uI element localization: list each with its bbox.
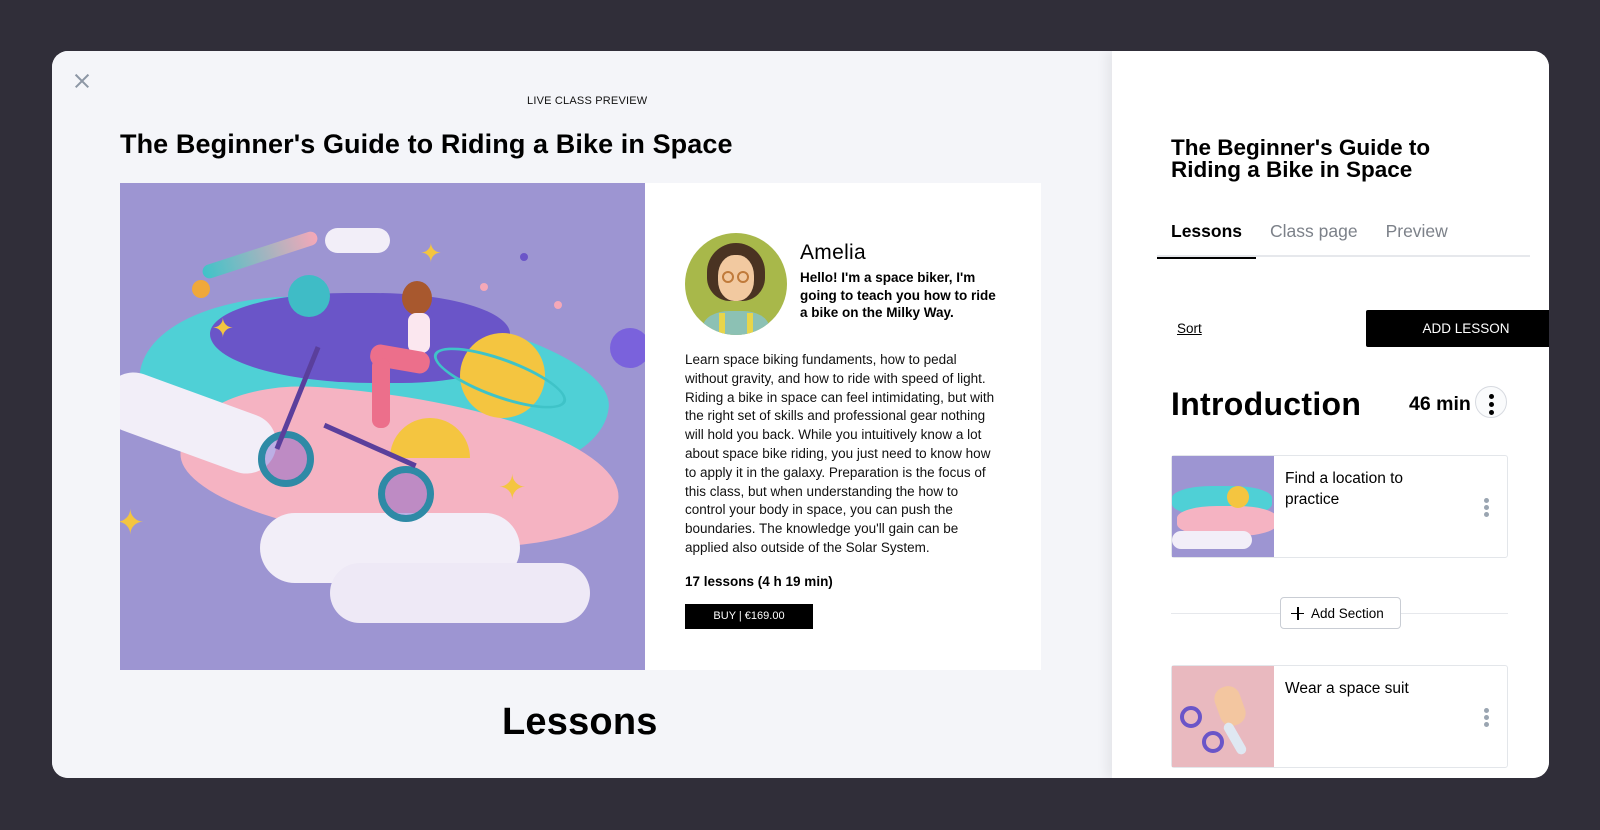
lesson-card[interactable]: Wear a space suit: [1171, 665, 1508, 768]
bike-wheel: [258, 431, 314, 487]
lesson-menu-button[interactable]: [1481, 496, 1493, 520]
lesson-title: Find a location to practice: [1285, 470, 1404, 508]
lesson-menu-button[interactable]: [1481, 706, 1493, 730]
lesson-count: 17 lessons (4 h 19 min): [685, 573, 833, 589]
teal-planet: [288, 275, 330, 317]
purple-planet: [610, 328, 645, 368]
instructor-name: Amelia: [800, 241, 866, 264]
constellation-dot: [480, 283, 488, 291]
add-lesson-button[interactable]: ADD LESSON: [1366, 310, 1549, 347]
rider-body: [408, 313, 430, 353]
star-icon: ✦: [212, 313, 234, 343]
jumping-biker-thumbnail: [1172, 666, 1274, 767]
live-class-preview: LIVE CLASS PREVIEW The Beginner's Guide …: [52, 51, 1112, 778]
cloud-shape: [325, 228, 390, 253]
comet-shape: [200, 229, 320, 281]
tab-class-page[interactable]: Class page: [1256, 221, 1372, 257]
section-menu-button[interactable]: [1475, 386, 1507, 418]
sort-link[interactable]: Sort: [1177, 321, 1202, 336]
section-header: Introduction 46 min: [1171, 386, 1549, 426]
class-description: Learn space biking fundaments, how to pe…: [685, 352, 995, 555]
star-icon: ✦: [120, 504, 145, 542]
rider-head: [402, 281, 432, 315]
star-icon: ✦: [420, 238, 442, 268]
orange-ball: [192, 280, 210, 298]
bike-wheel: [378, 466, 434, 522]
constellation-dot: [520, 253, 528, 261]
more-vertical-icon: [1489, 394, 1494, 415]
add-section-button[interactable]: Add Section: [1280, 597, 1401, 629]
add-section-row: Add Section: [1171, 597, 1508, 629]
plus-icon: [1291, 606, 1304, 620]
lessons-heading: Lessons: [502, 701, 658, 743]
class-info: Amelia Hello! I'm a space biker, I'm goi…: [645, 183, 1041, 670]
space-bike-illustration: ✦ ✦ ✦ ✦: [120, 183, 645, 670]
add-section-label: Add Section: [1311, 605, 1384, 621]
more-vertical-icon: [1484, 708, 1489, 727]
instructor-avatar: [685, 233, 787, 335]
lesson-editor-panel: The Beginner's Guide to Riding a Bike in…: [1112, 51, 1549, 778]
constellation-dot: [554, 301, 562, 309]
section-title: Introduction: [1171, 386, 1362, 422]
preview-label: LIVE CLASS PREVIEW: [527, 95, 648, 107]
tab-preview[interactable]: Preview: [1372, 221, 1462, 257]
editor-tabs: Lessons Class page Preview: [1157, 221, 1530, 259]
more-vertical-icon: [1484, 498, 1489, 517]
close-icon[interactable]: [70, 69, 94, 93]
star-icon: ✦: [498, 469, 527, 507]
editor-class-title: The Beginner's Guide to Riding a Bike in…: [1171, 135, 1431, 182]
tab-lessons[interactable]: Lessons: [1157, 221, 1256, 259]
class-hero-card: ✦ ✦ ✦ ✦ Amelia Hello! I'm a space biker,…: [120, 183, 1041, 670]
space-bike-thumbnail: [1172, 456, 1274, 557]
rider-leg: [372, 358, 390, 428]
class-editor-modal: LIVE CLASS PREVIEW The Beginner's Guide …: [52, 51, 1549, 778]
cloud-shape: [330, 563, 590, 623]
class-title: The Beginner's Guide to Riding a Bike in…: [120, 129, 733, 159]
lesson-card[interactable]: Find a location to practice: [1171, 455, 1508, 558]
instructor-bio: Hello! I'm a space biker, I'm going to t…: [800, 270, 996, 320]
instructor-block: Amelia Hello! I'm a space biker, I'm goi…: [685, 233, 1001, 335]
buy-button[interactable]: BUY | €169.00: [685, 603, 813, 629]
lesson-title: Wear a space suit: [1285, 680, 1409, 697]
section-duration: 46 min: [1409, 393, 1471, 415]
